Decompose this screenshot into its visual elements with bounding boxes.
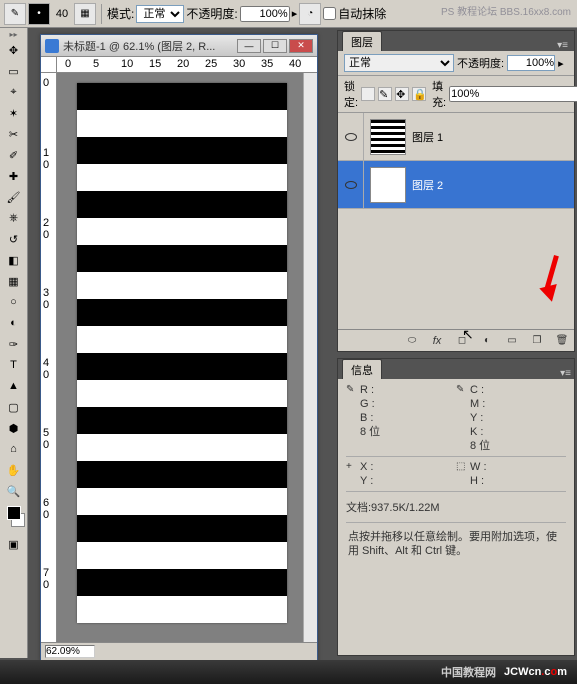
layer-blend-mode-select[interactable]: 正常 — [344, 54, 454, 72]
opacity-label: 不透明度: — [186, 5, 237, 22]
path-select-tool[interactable]: ▲ — [3, 376, 25, 396]
crosshair-icon: + — [346, 460, 352, 474]
blur-tool[interactable]: ○ — [3, 292, 25, 312]
layer-name[interactable]: 图层 2 — [412, 177, 443, 193]
visibility-toggle-icon[interactable] — [345, 133, 357, 141]
delete-layer-icon[interactable]: 🗑 — [554, 334, 570, 348]
mode-label: 模式: — [107, 5, 134, 22]
pen-tool[interactable]: ✑ — [3, 334, 25, 354]
layer-thumbnail[interactable] — [370, 167, 406, 203]
canvas[interactable] — [77, 83, 287, 623]
brush-size: 40 — [52, 8, 72, 20]
document-title: 未标题-1 @ 62.1% (图层 2, R... — [63, 38, 235, 54]
3d-camera-tool[interactable]: ⌂ — [3, 439, 25, 459]
move-tool[interactable]: ✥ — [3, 40, 25, 60]
site-watermark: JCWcn.com — [504, 666, 567, 678]
info-tab[interactable]: 信息 — [342, 359, 382, 379]
layer-mask-icon[interactable]: ◻ — [454, 334, 470, 348]
layers-tab[interactable]: 图层 — [342, 31, 382, 51]
fill-input[interactable] — [449, 86, 577, 102]
gradient-tool[interactable]: ▦ — [3, 271, 25, 291]
cmyk-eyedropper-icon: ✎ — [456, 383, 464, 397]
close-button[interactable]: ✕ — [289, 39, 313, 53]
link-layers-icon[interactable]: ⬭ — [404, 334, 420, 348]
layer-opacity-input[interactable] — [507, 55, 555, 71]
shape-tool[interactable]: ▢ — [3, 397, 25, 417]
3d-tool[interactable]: ⬢ — [3, 418, 25, 438]
lasso-tool[interactable]: ⌖ — [3, 82, 25, 102]
pencil-preset-icon[interactable]: ✎ — [4, 3, 26, 25]
dimension-icon: ⬚ — [456, 460, 465, 474]
ps-doc-icon — [45, 39, 59, 53]
layer-row[interactable]: 图层 2 — [338, 161, 574, 209]
zoom-tool[interactable]: 🔍 — [3, 481, 25, 501]
panel-menu-icon[interactable]: ▾≡ — [560, 368, 571, 379]
marquee-tool[interactable]: ▭ — [3, 61, 25, 81]
rgb-eyedropper-icon: ✎ — [346, 383, 354, 397]
lock-label: 锁定: — [344, 78, 358, 110]
visibility-toggle-icon[interactable] — [345, 181, 357, 189]
layer-thumbnail[interactable] — [370, 119, 406, 155]
lock-position-icon[interactable]: ✥ — [395, 87, 409, 101]
layers-footer: ⬭ fx ◻ ◐ ▭ ❐ 🗑 — [338, 329, 574, 351]
horizontal-ruler[interactable]: 0510152025303540 — [57, 57, 317, 73]
eyedropper-tool[interactable]: ✐ — [3, 145, 25, 165]
quick-select-tool[interactable]: ✶ — [3, 103, 25, 123]
layer-style-icon[interactable]: fx — [429, 334, 445, 348]
stamp-tool[interactable]: ⎈ — [3, 208, 25, 228]
auto-erase-label: 自动抹除 — [338, 5, 386, 22]
auto-erase-checkbox[interactable] — [323, 7, 336, 20]
canvas-viewport[interactable] — [57, 73, 303, 642]
brush-tool[interactable]: 🖌 — [3, 187, 25, 207]
tool-hint: 点按并拖移以任意绘制。要用附加选项，使用 Shift、Alt 和 Ctrl 键。 — [346, 526, 566, 562]
document-window: 未标题-1 @ 62.1% (图层 2, R... — ☐ ✕ 05101520… — [40, 34, 318, 661]
blend-mode-select[interactable]: 正常 — [136, 5, 184, 23]
brush-preview[interactable]: • — [28, 3, 50, 25]
doc-size: 文档:937.5K/1.22M — [346, 495, 566, 519]
vertical-ruler[interactable]: 010203040506070 — [41, 73, 57, 642]
fill-label: 填充: — [432, 78, 446, 110]
layer-opacity-label: 不透明度: — [457, 55, 504, 71]
panel-dock: 图层 ▾≡ 正常 不透明度: ▸ 锁定: ✎ ✥ 🔒 填充: ▸ — [335, 28, 577, 660]
opacity-flyout-icon[interactable]: ▸ — [558, 57, 564, 70]
lock-all-icon[interactable]: 🔒 — [412, 87, 426, 101]
document-statusbar — [41, 642, 317, 660]
watermark-bottom: 中国教程网 JCWcn.com — [0, 660, 577, 684]
type-tool[interactable]: T — [3, 355, 25, 375]
tablet-pressure-icon[interactable]: ◔ — [299, 3, 321, 25]
quickmask-toggle[interactable]: ▣ — [3, 534, 25, 554]
brush-panel-toggle[interactable]: ▦ — [74, 3, 96, 25]
hand-tool[interactable]: ✋ — [3, 460, 25, 480]
layer-name[interactable]: 图层 1 — [412, 129, 443, 145]
ruler-origin[interactable] — [41, 57, 57, 73]
adjustment-layer-icon[interactable]: ◐ — [479, 334, 495, 348]
opacity-input[interactable] — [240, 6, 290, 22]
new-layer-icon[interactable]: ❐ — [529, 334, 545, 348]
healing-tool[interactable]: ✚ — [3, 166, 25, 186]
layer-row[interactable]: 图层 1 — [338, 113, 574, 161]
lock-transparency-icon[interactable] — [361, 87, 375, 101]
options-bar: ✎ • 40 ▦ 模式: 正常 不透明度: ▸ ◔ 自动抹除 — [0, 0, 577, 28]
vertical-scrollbar[interactable] — [303, 73, 317, 642]
eraser-tool[interactable]: ◧ — [3, 250, 25, 270]
crop-tool[interactable]: ✂ — [3, 124, 25, 144]
dodge-tool[interactable]: ◐ — [3, 313, 25, 333]
zoom-input[interactable] — [45, 645, 95, 658]
document-titlebar[interactable]: 未标题-1 @ 62.1% (图层 2, R... — ☐ ✕ — [41, 35, 317, 57]
history-brush-tool[interactable]: ↺ — [3, 229, 25, 249]
panel-menu-icon[interactable]: ▾≡ — [557, 40, 568, 51]
lock-pixels-icon[interactable]: ✎ — [378, 87, 392, 101]
opacity-arrow-icon[interactable]: ▸ — [292, 7, 298, 20]
new-group-icon[interactable]: ▭ — [504, 334, 520, 348]
maximize-button[interactable]: ☐ — [263, 39, 287, 53]
info-panel: 信息 ▾≡ ✎R : G : B : 8 位 ✎C : M : Y : K : … — [337, 358, 575, 656]
foreground-color[interactable] — [7, 506, 21, 520]
tools-panel: ▸▸ ✥ ▭ ⌖ ✶ ✂ ✐ ✚ 🖌 ⎈ ↺ ◧ ▦ ○ ◐ ✑ T ▲ ▢ ⬢… — [0, 28, 28, 658]
layer-list[interactable]: 图层 1 图层 2 — [338, 113, 574, 329]
layers-panel: 图层 ▾≡ 正常 不透明度: ▸ 锁定: ✎ ✥ 🔒 填充: ▸ — [337, 30, 575, 352]
minimize-button[interactable]: — — [237, 39, 261, 53]
